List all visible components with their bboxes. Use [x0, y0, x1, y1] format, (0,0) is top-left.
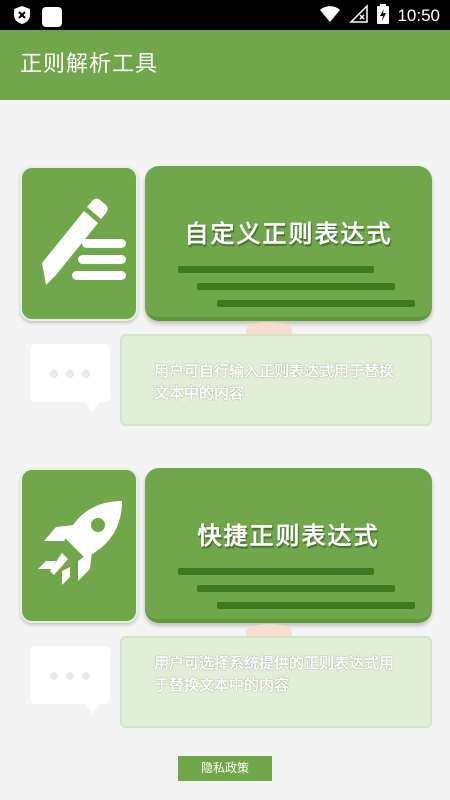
wifi-icon [319, 4, 341, 28]
status-time: 10:50 [397, 6, 440, 25]
decor-bar [197, 585, 395, 592]
privacy-policy-button[interactable]: 隐私政策 [178, 756, 272, 781]
notification-square-icon [42, 7, 62, 27]
custom-regex-description: 用户可自行输入正则表达式用于替换文本中的内容 [154, 362, 395, 402]
decor-bar [217, 300, 415, 307]
app-title: 正则解析工具 [20, 52, 159, 77]
quick-regex-icon-tile[interactable] [20, 468, 138, 623]
status-bar: 10:50 [0, 0, 450, 30]
quick-regex-button[interactable]: 快捷正则表达式 [145, 468, 432, 623]
app-bar: 正则解析工具 [0, 30, 450, 100]
shield-icon [12, 5, 32, 29]
custom-regex-description-card: 用户可自行输入正则表达式用于替换文本中的内容 [120, 334, 432, 426]
decor-bar [217, 602, 415, 609]
pencil-icon [42, 198, 126, 285]
quick-regex-title: 快捷正则表达式 [197, 522, 380, 550]
battery-charging-icon [377, 4, 390, 28]
feature-custom-regex[interactable]: 自定义正则表达式 用户可自行输入正则表达式用于替换文本中的内容 [0, 166, 450, 436]
quick-regex-description: 用户可选择系统提供的正则表达式用于替换文本中的内容 [154, 654, 395, 694]
chat-bubble-icon [28, 644, 112, 722]
decor-bar [178, 568, 374, 575]
decor-bar [178, 266, 374, 273]
rocket-icon [38, 501, 122, 585]
feature-quick-regex[interactable]: 快捷正则表达式 用户可选择系统提供的正则表达式用于替换文本中的内容 [0, 468, 450, 738]
custom-regex-button[interactable]: 自定义正则表达式 [145, 166, 432, 321]
custom-regex-title: 自定义正则表达式 [184, 220, 393, 248]
custom-regex-icon-tile[interactable] [20, 166, 138, 321]
signal-icon [349, 4, 369, 28]
decor-bar [197, 283, 395, 290]
quick-regex-description-card: 用户可选择系统提供的正则表达式用于替换文本中的内容 [120, 636, 432, 728]
chat-bubble-icon [28, 342, 112, 420]
